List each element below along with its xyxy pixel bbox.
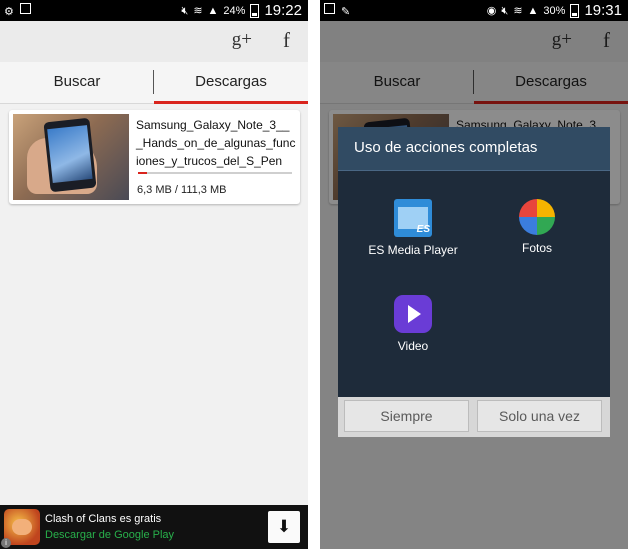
facebook-icon[interactable]: f: [283, 28, 290, 53]
ad-banner[interactable]: Clash of Clans es gratis Descargar de Go…: [0, 505, 308, 549]
image-icon: [19, 3, 31, 14]
action-bar: g+ f: [0, 21, 308, 62]
chooser-dialog: Uso de acciones completas ES ES Media Pl…: [338, 127, 610, 437]
download-progress-fill: [138, 172, 147, 174]
left-screen: ⚙ 🔇︎ ≋ ▲ 24% 19:22 g+ f Buscar Descargas…: [0, 0, 308, 549]
download-title: Samsung_Galaxy_Note_3___Hands_on_de_algu…: [136, 118, 296, 168]
battery-percent: 30%: [543, 4, 566, 17]
option-label: Fotos: [521, 241, 552, 255]
status-bar: ⚙ 🔇︎ ≋ ▲ 24% 19:22: [0, 0, 308, 21]
active-tab-indicator: [154, 101, 308, 104]
phone-shape: [43, 117, 97, 193]
video-play-icon: [394, 295, 432, 333]
option-label: Video: [397, 339, 429, 353]
clock: 19:22: [264, 2, 302, 19]
dialog-title: Uso de acciones completas: [354, 139, 538, 156]
battery-icon: [250, 3, 260, 18]
tab-bar: Buscar Descargas: [0, 62, 308, 104]
always-button[interactable]: Siempre: [344, 400, 469, 432]
image-icon: [324, 3, 335, 14]
wifi-icon: ≋: [513, 4, 523, 17]
battery-icon: [570, 3, 580, 18]
option-fotos[interactable]: Fotos: [482, 199, 592, 255]
mute-icon: 🔇︎: [181, 4, 189, 17]
google-plus-icon[interactable]: g+: [232, 29, 252, 51]
es-media-player-icon: ES: [394, 199, 432, 237]
tab-buscar[interactable]: Buscar: [0, 62, 154, 104]
ad-info-icon[interactable]: i: [1, 538, 11, 548]
signal-icon: ▲: [527, 4, 539, 17]
signal-icon: ▲: [207, 4, 219, 17]
download-arrow-icon[interactable]: ⬇: [268, 511, 300, 543]
eye-icon: ◉: [486, 4, 497, 17]
google-photos-icon: [519, 199, 555, 235]
status-bar: ✎ ◉ 🔇︎ ≋ ▲ 30% 19:31: [320, 0, 628, 21]
option-es-media-player[interactable]: ES ES Media Player: [358, 199, 468, 257]
battery-percent: 24%: [223, 4, 246, 17]
wifi-icon: ≋: [193, 4, 203, 17]
tab-descargas[interactable]: Descargas: [154, 62, 308, 104]
settings-icon: ⚙: [4, 6, 14, 18]
option-label: ES Media Player: [368, 243, 458, 257]
option-video[interactable]: Video: [358, 295, 468, 353]
dialog-header: Uso de acciones completas: [338, 127, 610, 171]
download-progress: [138, 172, 292, 174]
just-once-button[interactable]: Solo una vez: [477, 400, 602, 432]
ad-store-link[interactable]: Descargar de Google Play: [45, 529, 174, 541]
clock: 19:31: [584, 2, 622, 19]
mute-icon: 🔇︎: [501, 4, 509, 17]
right-screen: ✎ ◉ 🔇︎ ≋ ▲ 30% 19:31 g+ f Buscar Descarg…: [320, 0, 628, 549]
video-thumbnail: [13, 114, 129, 200]
edit-icon: ✎: [341, 6, 351, 18]
dialog-buttons: Siempre Solo una vez: [338, 397, 610, 437]
ad-app-name: Clash of Clans es gratis: [45, 513, 162, 525]
download-size: 6,3 MB / 111,3 MB: [137, 184, 227, 196]
download-item[interactable]: Samsung_Galaxy_Note_3___Hands_on_de_algu…: [9, 110, 300, 204]
